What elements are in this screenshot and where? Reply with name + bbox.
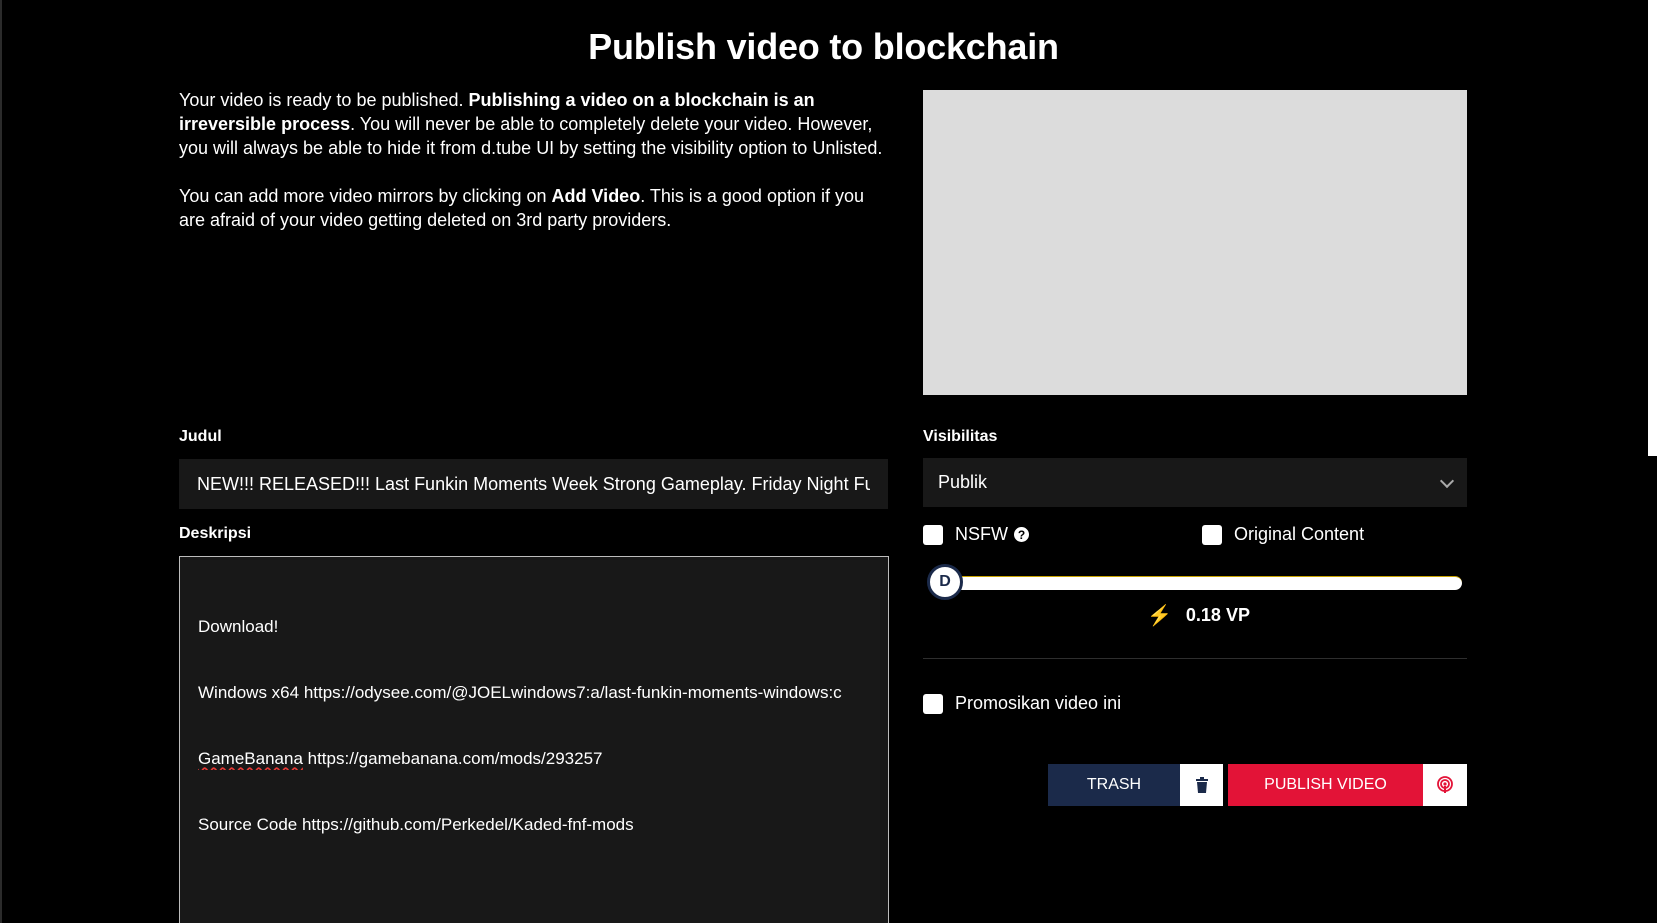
description-line: Windows x64 https://odysee.com/@JOELwind… (198, 683, 842, 702)
description-label: Deskripsi (179, 525, 252, 542)
promote-option[interactable]: Promosikan video ini (923, 693, 1121, 714)
description-line: GameBanana https://gamebanana.com/mods/2… (198, 749, 603, 768)
visibility-select[interactable]: Publik (923, 458, 1467, 507)
trash-button-label: TRASH (1086, 776, 1142, 793)
description-textarea[interactable]: Download! Windows x64 https://odysee.com… (179, 556, 889, 923)
title-label: Judul (179, 428, 222, 445)
intro-text: Your video is ready to be published. Pub… (179, 88, 889, 256)
promote-checkbox[interactable] (923, 693, 943, 714)
trash-icon-button[interactable] (1180, 764, 1223, 806)
visibility-value: Publik (938, 472, 988, 492)
question-circle-icon[interactable]: ? (1014, 527, 1029, 542)
vp-slider-knob[interactable]: D (927, 564, 963, 600)
publish-page: Publish video to blockchain Your video i… (0, 0, 1657, 923)
lightning-bolt-icon: ⚡ (1147, 605, 1172, 627)
chevron-down-icon (1439, 473, 1455, 488)
broadcast-icon (1437, 776, 1453, 793)
publish-video-button[interactable]: PUBLISH VIDEO (1228, 764, 1423, 806)
trash-button[interactable]: TRASH (1048, 764, 1180, 806)
vp-readout: ⚡ 0.18 VP (1147, 603, 1250, 628)
misspelled-word: GameBanana (198, 749, 303, 768)
title-input[interactable] (179, 459, 888, 509)
intro-paragraph-2: You can add more video mirrors by clicki… (179, 186, 865, 230)
promote-label: Promosikan video ini (955, 693, 1122, 713)
publish-button-label: PUBLISH VIDEO (1264, 776, 1387, 793)
visibility-label: Visibilitas (923, 428, 998, 445)
dtube-logo-icon: D (939, 573, 951, 590)
vp-value: 0.18 VP (1185, 605, 1250, 625)
intro-paragraph-1: Your video is ready to be published. Pub… (179, 90, 883, 158)
vp-slider-track[interactable] (930, 576, 1462, 590)
left-edge (0, 0, 2, 923)
scrollbar[interactable] (1648, 0, 1657, 923)
description-line: Source Code https://github.com/Perkedel/… (198, 815, 634, 834)
video-preview[interactable] (923, 90, 1467, 395)
page-title: Publish video to blockchain (588, 26, 1059, 67)
scrollbar-thumb[interactable] (1648, 0, 1657, 456)
nsfw-option[interactable]: NSFW ? (923, 524, 1029, 545)
nsfw-checkbox[interactable] (923, 524, 943, 545)
publish-icon-button[interactable] (1423, 764, 1467, 806)
description-line: Download! (198, 617, 279, 636)
nsfw-label: NSFW (955, 524, 1008, 544)
original-content-option[interactable]: Original Content (1202, 524, 1364, 545)
original-content-label: Original Content (1234, 524, 1365, 544)
description-line (198, 880, 870, 902)
trash-icon (1195, 777, 1208, 793)
original-content-checkbox[interactable] (1202, 524, 1222, 545)
divider (923, 658, 1467, 659)
